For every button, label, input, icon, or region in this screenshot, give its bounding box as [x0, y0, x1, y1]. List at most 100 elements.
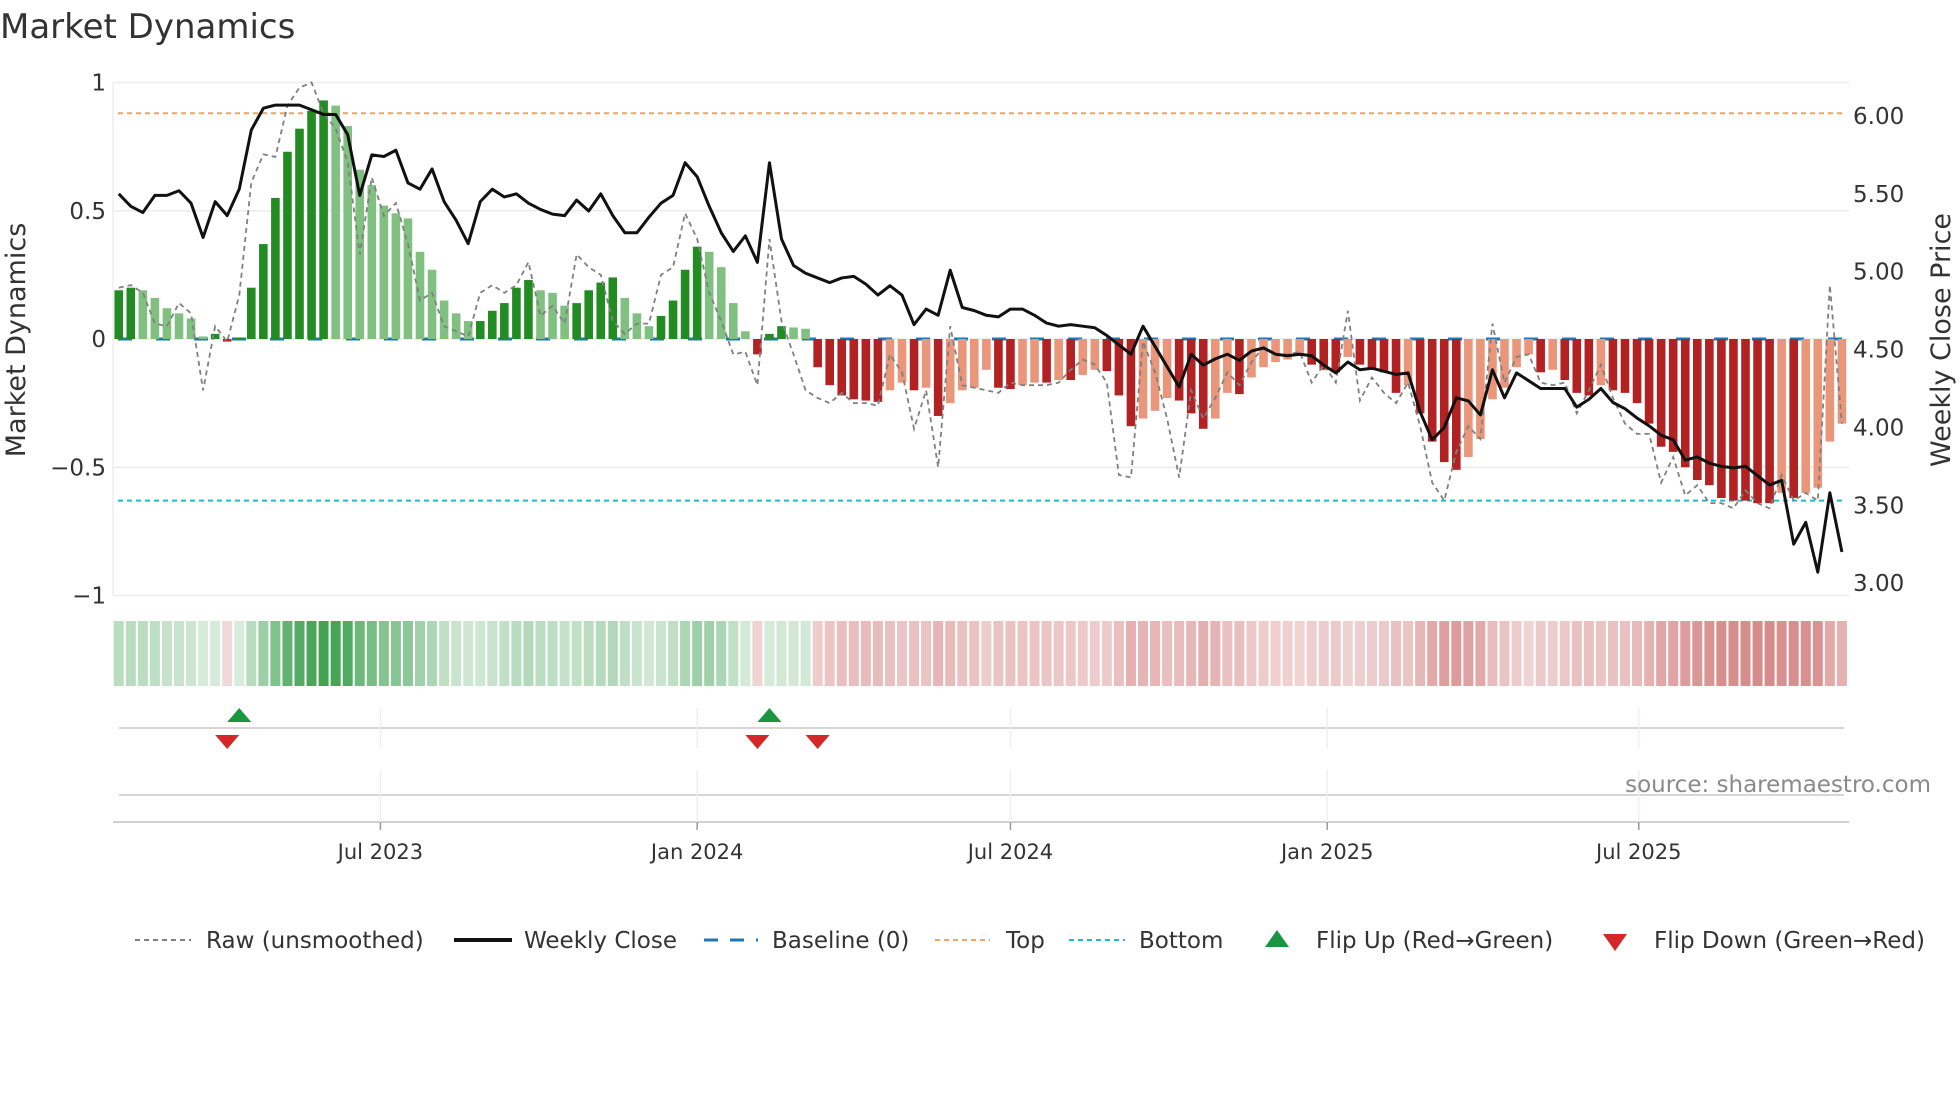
- heat-cell: [728, 621, 739, 686]
- heat-cell: [836, 621, 847, 686]
- heat-cell: [475, 621, 486, 686]
- heat-cell: [1607, 621, 1618, 686]
- dynamics-bar: [451, 313, 461, 339]
- heat-cell: [1740, 621, 1751, 686]
- heat-cell: [1511, 621, 1522, 686]
- dynamics-bar: [789, 327, 798, 339]
- dynamics-bar: [1367, 339, 1377, 370]
- heat-cell: [1113, 621, 1124, 686]
- heat-cell: [270, 621, 281, 686]
- heat-cell: [897, 621, 907, 686]
- dynamics-bar: [1560, 339, 1570, 381]
- heat-cell: [680, 621, 691, 686]
- dynamics-bar: [1668, 339, 1678, 452]
- heat-cell: [1258, 621, 1269, 686]
- dynamics-bar: [596, 282, 606, 339]
- heat-cell: [752, 621, 763, 686]
- dynamics-bar: [1801, 339, 1811, 493]
- heat-cell: [1174, 621, 1185, 686]
- heat-cell: [716, 621, 727, 686]
- dynamics-bar: [1536, 339, 1545, 373]
- heat-cell: [1656, 621, 1667, 686]
- heat-cell: [1101, 621, 1112, 686]
- dynamics-bar: [367, 185, 377, 339]
- dynamics-bar: [1331, 339, 1341, 373]
- heat-cell: [1583, 621, 1594, 686]
- heat-cell: [1330, 621, 1341, 686]
- dynamics-bar: [319, 100, 328, 339]
- dynamics-bar: [174, 313, 184, 339]
- dynamics-bar: [500, 303, 509, 339]
- y-tick-label: −1: [72, 584, 106, 610]
- dynamics-bar: [584, 290, 593, 339]
- dynamics-bar: [1620, 339, 1630, 393]
- heat-cell: [378, 621, 389, 686]
- x-tick-label: Jan 2024: [649, 840, 744, 864]
- heat-cell: [800, 621, 811, 686]
- heat-cell: [1294, 621, 1305, 686]
- heat-cell: [1366, 621, 1377, 686]
- heat-cell: [884, 621, 895, 686]
- y-tick-label: 0: [91, 327, 106, 353]
- dynamics-bar: [632, 313, 642, 339]
- heat-cell: [824, 621, 835, 686]
- heat-cell: [957, 621, 968, 686]
- heat-cell: [354, 621, 365, 686]
- flip-down-marker: [215, 735, 240, 749]
- dynamics-bar: [247, 287, 256, 339]
- dynamics-bar: [1813, 339, 1823, 488]
- dynamics-bar: [861, 339, 871, 401]
- dynamics-bar: [729, 303, 738, 339]
- legend-flip-down-icon: [1603, 934, 1627, 951]
- heat-cell: [1716, 621, 1727, 686]
- heat-cell: [1234, 621, 1245, 686]
- dynamics-bar: [837, 339, 847, 396]
- dynamics-bar: [162, 308, 172, 339]
- dynamics-bar: [138, 290, 148, 339]
- heat-cell: [1053, 621, 1064, 686]
- dynamics-bar: [1656, 339, 1666, 447]
- heat-cell: [1005, 621, 1016, 686]
- heat-cell: [764, 621, 775, 686]
- legend: Raw (unsmoothed) Weekly Close Baseline (…: [135, 928, 1925, 954]
- dynamics-bar: [644, 326, 654, 339]
- dynamics-bar: [1464, 339, 1473, 457]
- reference-lines: [118, 112, 1844, 502]
- x-tick-label: Jul 2025: [1594, 840, 1681, 864]
- flip-down-marker: [805, 735, 830, 749]
- heat-cell: [1138, 621, 1148, 686]
- market-dynamics-chart: Market Dynamics 1 0.5 0 −0.5 −1 6.00 5.50 5.00…: [0, 7, 1957, 954]
- dynamics-bar: [994, 339, 1003, 388]
- heat-cell: [149, 621, 160, 686]
- heat-cell: [1595, 621, 1606, 686]
- dynamics-bar: [536, 290, 545, 339]
- heat-cell: [342, 621, 353, 686]
- dynamics-bar: [415, 251, 425, 339]
- dynamics-bar: [1078, 339, 1088, 375]
- dynamics-bar: [1500, 339, 1509, 388]
- heat-cell: [740, 621, 751, 686]
- dynamics-bar: [331, 105, 340, 340]
- dynamics-bar: [1644, 339, 1654, 424]
- heat-cell: [812, 621, 823, 686]
- heat-cell: [1475, 621, 1486, 686]
- heat-cell: [330, 621, 341, 686]
- heat-cell: [198, 621, 209, 686]
- heat-cell: [909, 621, 920, 686]
- x-axis-ticks: Jul 2023 Jan 2024 Jul 2024 Jan 2025 Jul 2025: [336, 708, 1682, 864]
- dynamics-bar: [1042, 339, 1051, 383]
- heat-cell: [1451, 621, 1462, 686]
- dynamics-bar: [1006, 339, 1015, 390]
- heat-cell: [1198, 621, 1209, 686]
- heat-cell: [1499, 621, 1510, 686]
- heat-cell: [1728, 621, 1739, 686]
- dynamics-bar: [1030, 339, 1039, 383]
- dynamics-bar: [1174, 339, 1184, 401]
- dynamics-bar: [222, 339, 232, 342]
- heat-cell: [487, 621, 498, 686]
- heat-cell: [1391, 621, 1402, 686]
- heat-cell: [981, 621, 992, 686]
- heat-cell: [1463, 621, 1474, 686]
- dynamics-bar: [295, 128, 304, 339]
- source-credit: source: sharemaestro.com: [1625, 772, 1931, 798]
